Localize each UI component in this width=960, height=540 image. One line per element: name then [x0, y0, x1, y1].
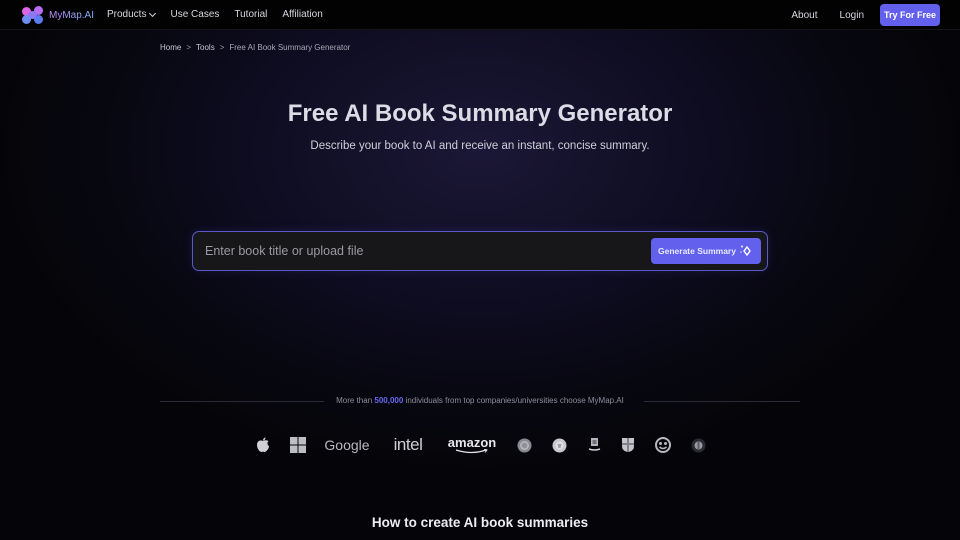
- microsoft-logo-icon: [289, 432, 306, 458]
- amazon-logo: amazon: [446, 432, 498, 458]
- generate-summary-button[interactable]: Generate Summary: [651, 238, 761, 264]
- user-count: 500,000: [374, 396, 404, 405]
- breadcrumb-tools[interactable]: Tools: [196, 43, 215, 52]
- try-for-free-button[interactable]: Try For Free: [880, 4, 940, 26]
- sparkle-icon: [740, 245, 751, 257]
- brand-name: MyMap.AI: [49, 9, 95, 21]
- nav-products[interactable]: Products: [107, 9, 157, 20]
- breadcrumb-separator: >: [219, 43, 225, 52]
- chevron-down-icon: [149, 9, 157, 17]
- university-seal-5-icon: [654, 432, 671, 458]
- nav-login[interactable]: Login: [840, 10, 864, 21]
- nav-about[interactable]: About: [791, 10, 817, 21]
- social-proof-prefix: More than: [336, 396, 373, 405]
- how-to-section-title: How to create AI book summaries: [371, 515, 589, 530]
- amazon-wordmark: amazon: [447, 435, 497, 450]
- university-crest-3-icon: [586, 432, 602, 458]
- brand-logo[interactable]: MyMap.AI: [22, 6, 94, 24]
- intel-logo: intel: [393, 435, 423, 454]
- mymap-logo-icon: [22, 6, 44, 24]
- nav-tutorial[interactable]: Tutorial: [234, 9, 267, 20]
- university-seal-1-icon: [516, 432, 532, 458]
- amazon-smile-icon: [455, 449, 488, 454]
- breadcrumb-home[interactable]: Home: [160, 43, 181, 52]
- university-crest-4-icon: [620, 432, 636, 458]
- book-search-box: Generate Summary: [192, 231, 768, 271]
- social-proof-suffix: individuals from top companies/universit…: [405, 396, 624, 405]
- university-seal-2-icon: [551, 432, 568, 458]
- breadcrumb-current: Free AI Book Summary Generator: [229, 43, 351, 52]
- nav-use-cases[interactable]: Use Cases: [170, 9, 219, 20]
- apple-logo-icon: [255, 432, 271, 458]
- top-navbar: MyMap.AI Products Use Cases Tutorial Aff…: [0, 0, 960, 30]
- nav-products-label: Products: [107, 9, 147, 20]
- book-title-input[interactable]: [205, 232, 645, 270]
- generate-summary-label: Generate Summary: [658, 246, 736, 256]
- university-seal-6-icon: [690, 432, 706, 458]
- nav-affiliation[interactable]: Affiliation: [282, 9, 322, 20]
- divider-right: [644, 401, 800, 402]
- page-subtitle: Describe your book to AI and receive an …: [310, 140, 650, 152]
- google-logo: Google: [324, 437, 370, 453]
- breadcrumb-separator: >: [186, 43, 192, 52]
- page-title: Free AI Book Summary Generator: [287, 100, 673, 127]
- nav-right: About Login Try For Free: [791, 4, 940, 26]
- nav-links: Products Use Cases Tutorial Affiliation: [107, 9, 323, 20]
- company-logos: Google intel amazon: [0, 432, 960, 460]
- breadcrumb: Home > Tools > Free AI Book Summary Gene…: [160, 43, 350, 52]
- social-proof-row: More than 500,000 individuals from top c…: [160, 396, 800, 408]
